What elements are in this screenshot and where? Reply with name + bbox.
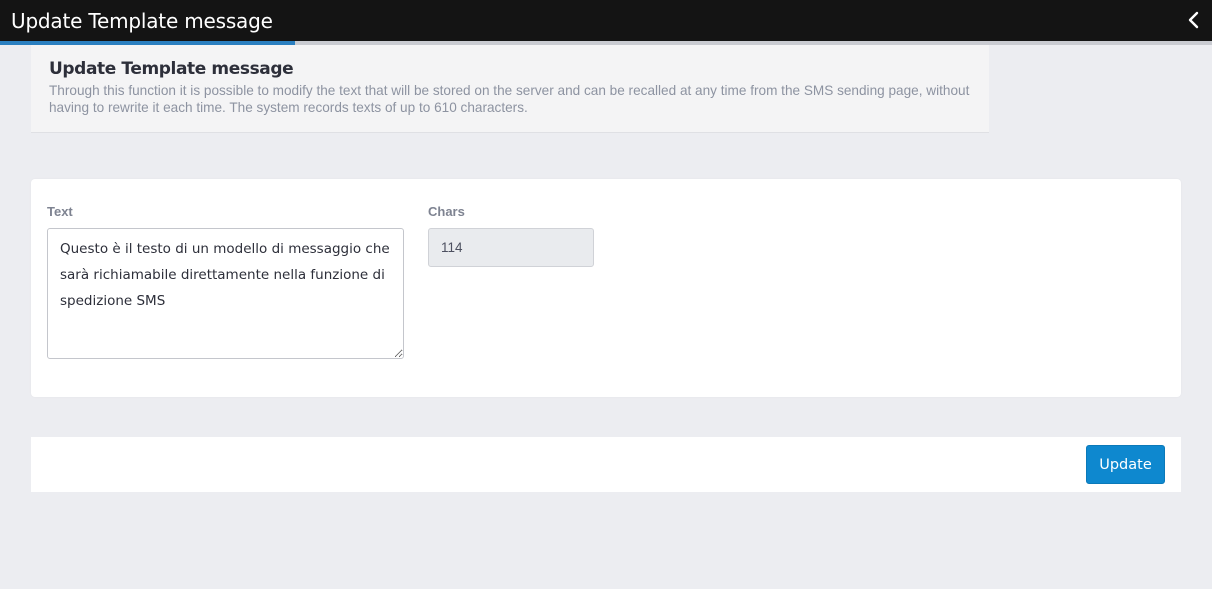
back-button[interactable] [1182,7,1204,33]
chars-value: 114 [441,240,463,255]
text-label: Text [47,204,73,219]
chars-field: 114 [428,228,594,267]
chars-label: Chars [428,204,465,219]
top-bar: Update Template message [0,0,1212,41]
info-title: Update Template message [49,59,294,79]
chevron-left-icon [1188,11,1199,29]
text-input[interactable]: Questo è il testo di un modello di messa… [47,228,404,359]
info-panel: Update Template message Through this fun… [31,45,989,133]
action-bar: Update [31,437,1181,492]
form-card: Text Questo è il testo di un modello di … [31,179,1181,397]
info-description: Through this function it is possible to … [49,83,970,115]
page-title: Update Template message [11,8,273,33]
update-button[interactable]: Update [1086,445,1165,484]
